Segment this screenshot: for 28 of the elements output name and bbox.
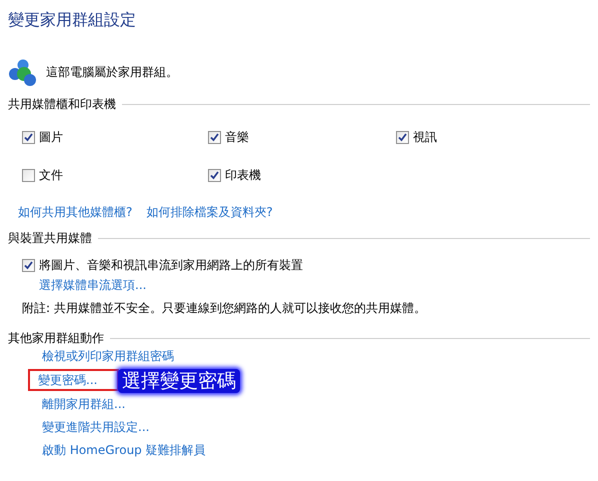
action-link[interactable]: 變更進階共用設定...	[40, 417, 152, 437]
section-heading: 與裝置共用媒體	[8, 230, 92, 246]
checkbox-label: 文件	[39, 167, 63, 183]
checkbox-label: 將圖片、音樂和視訊串流到家用網路上的所有裝置	[39, 257, 303, 273]
callout-label: 選擇變更密碼	[118, 369, 240, 393]
section-heading: 共用媒體櫃和印表機	[8, 96, 116, 112]
help-link[interactable]: 如何共用其他媒體櫃?	[18, 204, 132, 220]
action-link[interactable]: 啟動 HomeGroup 疑難排解員	[40, 440, 208, 460]
checkbox-label: 圖片	[39, 129, 63, 145]
action-link[interactable]: 變更密碼...	[28, 369, 120, 391]
page-title: 變更家用群組設定	[8, 9, 137, 31]
checkbox[interactable]	[208, 130, 221, 144]
action-link[interactable]: 檢視或列印家用群組密碼	[40, 346, 176, 366]
streaming-options-link[interactable]: 選擇媒體串流選項...	[39, 277, 146, 293]
checkbox[interactable]	[22, 258, 35, 272]
checkbox[interactable]	[208, 168, 221, 182]
checkbox-label: 音樂	[225, 129, 249, 145]
action-link[interactable]: 離開家用群組...	[40, 394, 128, 414]
checkbox[interactable]	[22, 168, 35, 182]
checkbox-label: 印表機	[225, 167, 261, 183]
status-text: 這部電腦屬於家用群組。	[46, 64, 178, 80]
checkbox-label: 視訊	[413, 129, 437, 145]
homegroup-icon	[8, 57, 38, 87]
checkbox[interactable]	[22, 130, 35, 144]
note-text: 附註: 共用媒體並不安全。只要連線到您網路的人就可以接收您的共用媒體。	[22, 300, 427, 316]
help-link[interactable]: 如何排除檔案及資料夾?	[146, 204, 273, 220]
checkbox[interactable]	[396, 130, 409, 144]
section-heading: 其他家用群組動作	[8, 330, 104, 346]
